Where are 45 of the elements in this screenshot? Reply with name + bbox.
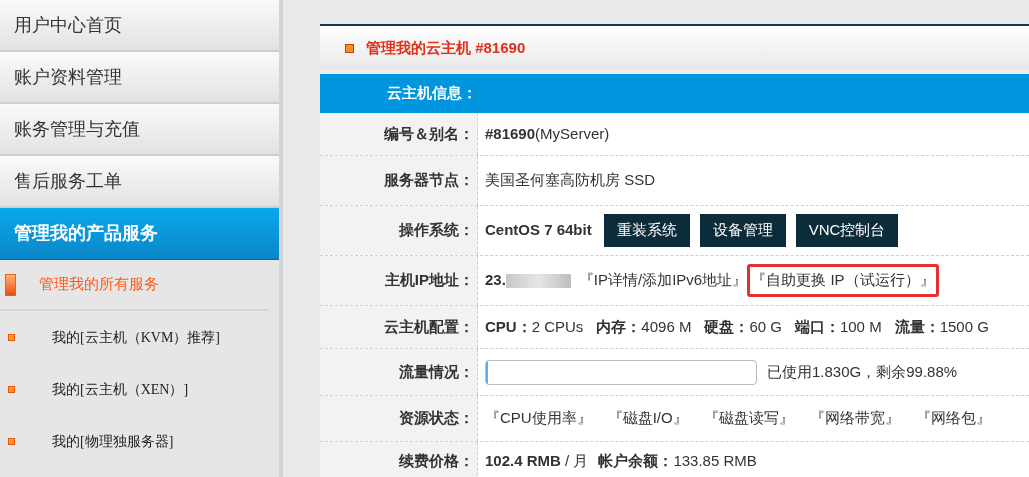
field-label: 编号＆别名： (384, 123, 474, 144)
usage-text: 已使用1.830G，剩余99.88% (767, 361, 958, 382)
field-label: 主机IP地址： (384, 270, 474, 291)
ip-link[interactable]: 『自助更换 IP（试运行）』 (747, 264, 939, 297)
sidebar-item[interactable]: 账户资料管理 (0, 52, 279, 104)
bullet-icon (8, 385, 15, 393)
sidebar-item[interactable]: 账务管理与充值 (0, 104, 279, 156)
spec-value: CPU：2 CPUs (485, 316, 584, 337)
resource-link[interactable]: 『网络带宽』 (809, 407, 900, 430)
spec-value: 端口：100 M (794, 316, 882, 337)
field-label: 续费价格： (399, 451, 474, 472)
sidebar-item[interactable]: 售后服务工单 (0, 156, 279, 208)
field-value: CentOS 7 64bit (485, 220, 592, 241)
panel-title: 管理我的云主机 #81690 (366, 37, 526, 58)
bar-icon (5, 273, 16, 296)
action-button[interactable]: 设备管理 (699, 214, 786, 247)
field-label: 操作系统： (399, 220, 474, 241)
bullet-icon (8, 437, 15, 445)
price-value: 102.4 RMB / 月 (485, 451, 589, 472)
blurred-region (505, 273, 571, 288)
action-button[interactable]: VNC控制台 (795, 214, 899, 247)
field-label: 云主机配置： (384, 316, 474, 337)
bullet-icon (8, 333, 15, 341)
ip-link[interactable]: 『IP详情/添加IPv6地址』 (578, 269, 748, 292)
resource-link[interactable]: 『磁盘读写』 (703, 407, 794, 430)
field-value: 23. (485, 270, 506, 291)
square-icon (345, 43, 354, 53)
field-label: 服务器节点： (384, 170, 474, 191)
sidebar-item[interactable]: 用户中心首页 (0, 0, 279, 52)
resource-link[interactable]: 『磁盘I/O』 (607, 407, 688, 430)
resource-link[interactable]: 『网络包』 (915, 407, 991, 430)
submenu-item[interactable]: 我的[物理独服务器] (52, 430, 174, 452)
spec-value: 硬盘：60 G (704, 316, 782, 337)
field-label: 流量情况： (399, 361, 474, 382)
field-label: 资源状态： (399, 408, 474, 429)
field-value: #81690(MyServer) (485, 123, 610, 144)
action-button[interactable]: 重装系统 (603, 214, 690, 247)
submenu-item[interactable]: 我的[云主机（XEN）] (52, 378, 189, 400)
section-header: 云主机信息： (320, 74, 1029, 113)
spec-value: 流量：1500 G (894, 316, 989, 337)
submenu-item[interactable]: 我的[云主机（KVM）推荐] (52, 326, 220, 348)
balance-value: 帐户余额：133.85 RMB (598, 451, 757, 472)
field-value: 美国圣何塞高防机房 SSD (485, 170, 655, 191)
resource-link[interactable]: 『CPU使用率』 (485, 407, 592, 430)
spec-value: 内存：4096 M (596, 316, 692, 337)
